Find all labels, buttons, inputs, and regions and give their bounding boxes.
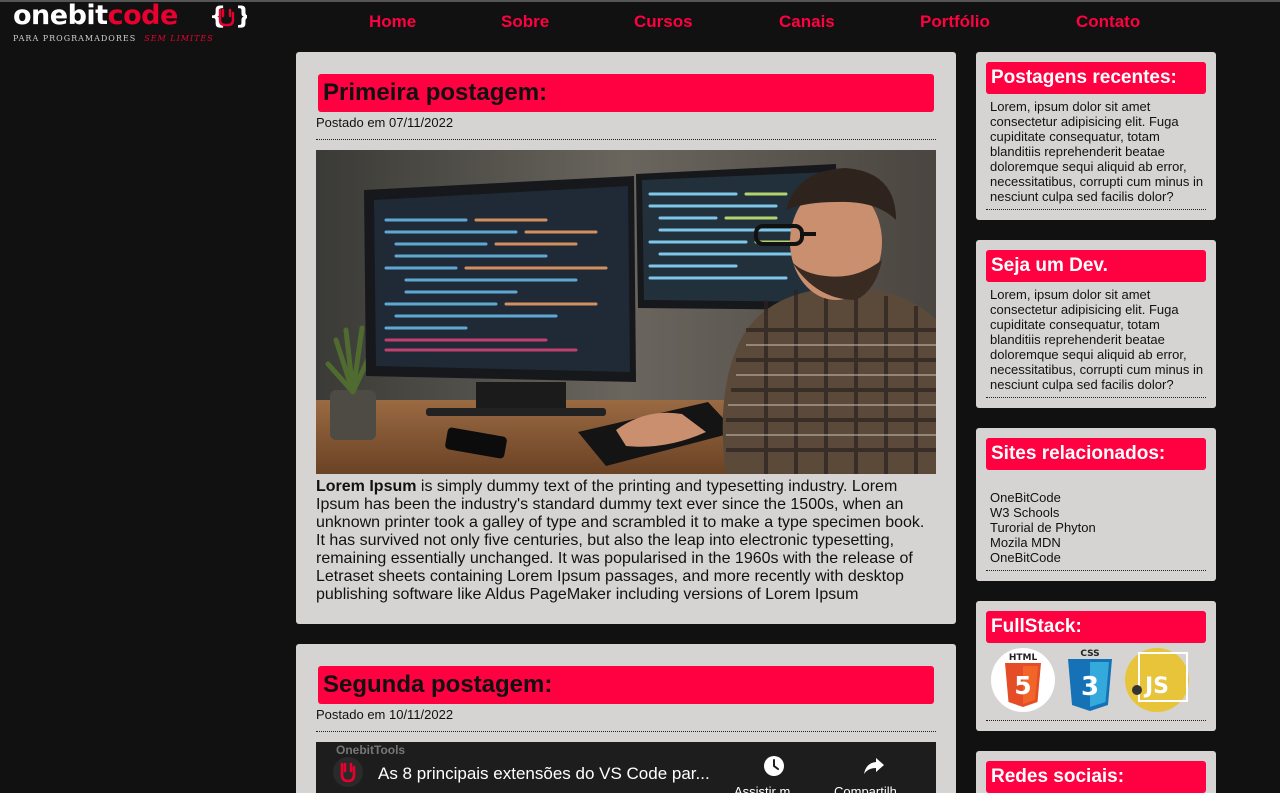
html5-icon: HTML 5	[991, 648, 1055, 712]
sidebar-fullstack: FullStack: HTML 5 CSS 3 JS	[976, 601, 1216, 731]
sidebar-recent-posts: Postagens recentes: Lorem, ipsum dolor s…	[976, 52, 1216, 220]
box-text: Lorem, ipsum dolor sit amet consectetur …	[990, 287, 1204, 392]
sidebar-be-a-dev: Seja um Dev. Lorem, ipsum dolor sit amet…	[976, 240, 1216, 408]
related-link[interactable]: Mozila MDN	[990, 535, 1206, 550]
logo-tagline-emphasis: SEM LIMITES	[144, 34, 214, 43]
logo-tagline: PARA PROGRAMADORES SEM LIMITES	[13, 34, 214, 43]
box-title: FullStack:	[986, 611, 1206, 643]
sidebar-social: Redes sociais:	[976, 751, 1216, 793]
post-date: Postado em 10/11/2022	[316, 707, 454, 722]
divider	[316, 139, 936, 140]
html5-label: HTML	[1009, 653, 1038, 663]
channel-avatar-icon[interactable]	[332, 756, 364, 788]
nav-portfolio[interactable]: Portfólio	[920, 12, 990, 32]
post-body-text: is simply dummy text of the printing and…	[316, 478, 925, 603]
post-title: Segunda postagem:	[318, 666, 934, 704]
nav-cursos[interactable]: Cursos	[634, 12, 693, 32]
nav-home[interactable]: Home	[369, 12, 416, 32]
related-link[interactable]: OneBitCode	[990, 490, 1206, 505]
html5-number: 5	[1014, 671, 1031, 700]
post-card: Primeira postagem: Postado em 07/11/2022	[296, 52, 956, 624]
css3-label: CSS	[1080, 649, 1099, 659]
related-links: OneBitCode W3 Schools Turorial de Phyton…	[990, 490, 1206, 565]
divider	[986, 570, 1206, 571]
logo-tagline-text: PARA PROGRAMADORES	[13, 34, 137, 43]
javascript-label: JS	[1143, 674, 1169, 699]
box-title: Sites relacionados:	[986, 438, 1206, 470]
related-link[interactable]: W3 Schools	[990, 505, 1206, 520]
nav-contato[interactable]: Contato	[1076, 12, 1140, 32]
developer-desk-image	[316, 150, 936, 474]
box-title: Seja um Dev.	[986, 250, 1206, 282]
video-title[interactable]: As 8 principais extensões do VS Code par…	[378, 764, 728, 784]
post-date: Postado em 07/11/2022	[316, 115, 454, 130]
css3-icon: CSS 3	[1068, 649, 1112, 711]
divider	[316, 731, 936, 732]
developer-desk-illustration	[316, 150, 936, 474]
nav-canais[interactable]: Canais	[779, 12, 835, 32]
divider	[986, 397, 1206, 398]
share-label[interactable]: Compartilh...	[834, 784, 908, 793]
related-link[interactable]: Turorial de Phyton	[990, 520, 1206, 535]
css3-number: 3	[1081, 672, 1099, 702]
box-text: Lorem, ipsum dolor sit amet consectetur …	[990, 99, 1204, 204]
post-title: Primeira postagem:	[318, 74, 934, 112]
box-title: Redes sociais:	[986, 761, 1206, 793]
box-title: Postagens recentes:	[986, 62, 1206, 94]
divider	[986, 209, 1206, 210]
watch-later-label[interactable]: Assistir m...	[734, 784, 801, 793]
related-link[interactable]: OneBitCode	[990, 550, 1206, 565]
javascript-icon: JS	[1125, 648, 1189, 712]
post-card: Segunda postagem: Postado em 10/11/2022 …	[296, 644, 956, 793]
video-channel-watermark: OnebitTools	[336, 743, 406, 757]
main-nav: Home Sobre Cursos Canais Portfólio Conta…	[0, 12, 1280, 32]
divider	[986, 720, 1206, 721]
post-body-bold: Lorem Ipsum	[316, 478, 417, 495]
clock-icon[interactable]	[763, 755, 785, 777]
share-icon[interactable]	[863, 756, 885, 776]
nav-sobre[interactable]: Sobre	[501, 12, 549, 32]
youtube-embed[interactable]: OnebitTools As 8 principais extensões do…	[316, 742, 936, 793]
sidebar-related-sites: Sites relacionados: OneBitCode W3 School…	[976, 428, 1216, 581]
post-body: Lorem Ipsum is simply dummy text of the …	[316, 478, 936, 604]
